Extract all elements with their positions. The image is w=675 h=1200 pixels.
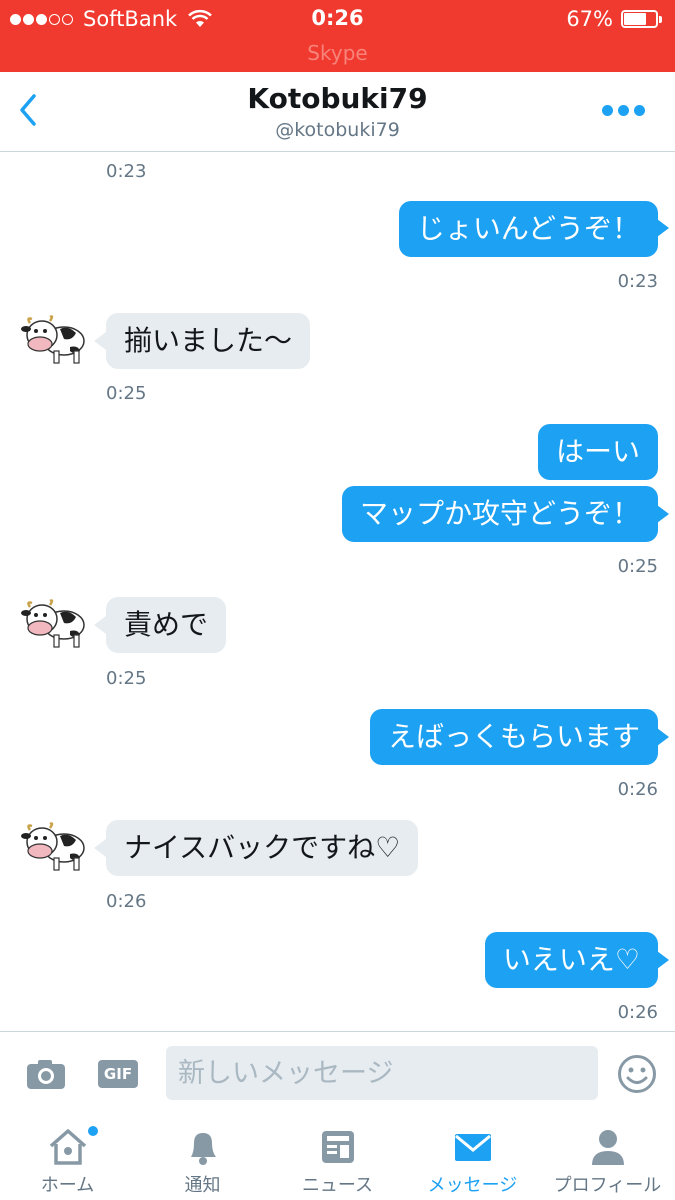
bubble-tail <box>657 505 669 523</box>
contact-handle: @kotobuki79 <box>275 119 400 141</box>
message-timestamp: 0:25 <box>617 556 658 577</box>
tab-home[interactable]: ホーム <box>0 1113 135 1200</box>
tab-messages[interactable]: メッセージ <box>405 1113 540 1200</box>
tab-notifications[interactable]: 通知 <box>135 1113 270 1200</box>
message-timestamp: 0:25 <box>106 668 147 689</box>
tab-label: 通知 <box>184 1175 221 1196</box>
tab-label: プロフィール <box>553 1175 662 1196</box>
back-to-app-label[interactable]: Skype <box>0 41 675 65</box>
message-input[interactable] <box>166 1046 598 1100</box>
message-timestamp: 0:23 <box>617 271 658 292</box>
home-icon <box>49 1129 86 1165</box>
battery-percent: 67% <box>566 7 613 31</box>
outgoing-message-bubble[interactable]: じょいんどうぞ！ <box>398 201 658 257</box>
bubble-tail <box>657 951 669 969</box>
tab-label: ニュース <box>301 1175 374 1196</box>
gif-button[interactable]: GIF <box>98 1060 138 1088</box>
outgoing-message-bubble[interactable]: マップか攻守どうぞ！ <box>341 486 658 542</box>
cow-avatar-icon[interactable] <box>20 595 88 655</box>
notification-dot <box>88 1126 98 1136</box>
outgoing-message-bubble[interactable]: はーい <box>537 424 658 480</box>
status-right: 67% <box>566 6 663 32</box>
bubble-tail <box>657 219 669 237</box>
message-composer: GIF <box>0 1031 675 1113</box>
message-timestamp: 0:25 <box>106 383 147 404</box>
more-options-icon[interactable] <box>597 105 645 116</box>
tab-label: ホーム <box>40 1175 95 1196</box>
bell-icon <box>190 1133 216 1165</box>
conversation-header: Kotobuki79 @kotobuki79 <box>0 72 675 152</box>
cow-avatar-icon[interactable] <box>20 818 88 878</box>
contact-name: Kotobuki79 <box>247 82 428 115</box>
tab-bar: ホーム 通知 ニュース メッセージ プロフィール <box>0 1113 675 1200</box>
news-icon <box>321 1131 354 1163</box>
status-bar: SoftBank 0:26 67% Skype <box>0 0 675 72</box>
tab-news[interactable]: ニュース <box>270 1113 405 1200</box>
incoming-message-bubble[interactable]: 責めで <box>106 597 227 653</box>
incoming-message-bubble[interactable]: ナイスバックですね♡ <box>106 820 419 876</box>
outgoing-message-bubble[interactable]: いえいえ♡ <box>484 932 658 988</box>
envelope-icon <box>454 1134 491 1161</box>
camera-icon[interactable] <box>26 1058 66 1090</box>
person-icon <box>591 1130 624 1165</box>
message-timestamp: 0:26 <box>617 779 658 800</box>
tab-label: メッセージ <box>427 1175 518 1196</box>
bubble-tail <box>657 728 669 746</box>
message-timestamp: 0:26 <box>617 1002 658 1023</box>
outgoing-message-bubble[interactable]: えばっくもらいます <box>369 709 658 765</box>
cow-avatar-icon[interactable] <box>20 311 88 371</box>
battery-icon <box>621 9 663 29</box>
bubble-tail <box>94 332 106 350</box>
emoji-icon[interactable] <box>617 1054 657 1094</box>
tab-profile[interactable]: プロフィール <box>540 1113 675 1200</box>
bubble-tail <box>94 616 106 634</box>
message-timestamp: 0:26 <box>106 891 147 912</box>
bubble-tail <box>94 839 106 857</box>
message-timestamp: 0:23 <box>106 161 147 182</box>
incoming-message-bubble[interactable]: 揃いました〜 <box>106 313 311 369</box>
message-thread[interactable]: 0:23 じょいんどうぞ！ 0:23 揃いました〜 0:25 はーい マップか攻… <box>0 153 675 1031</box>
